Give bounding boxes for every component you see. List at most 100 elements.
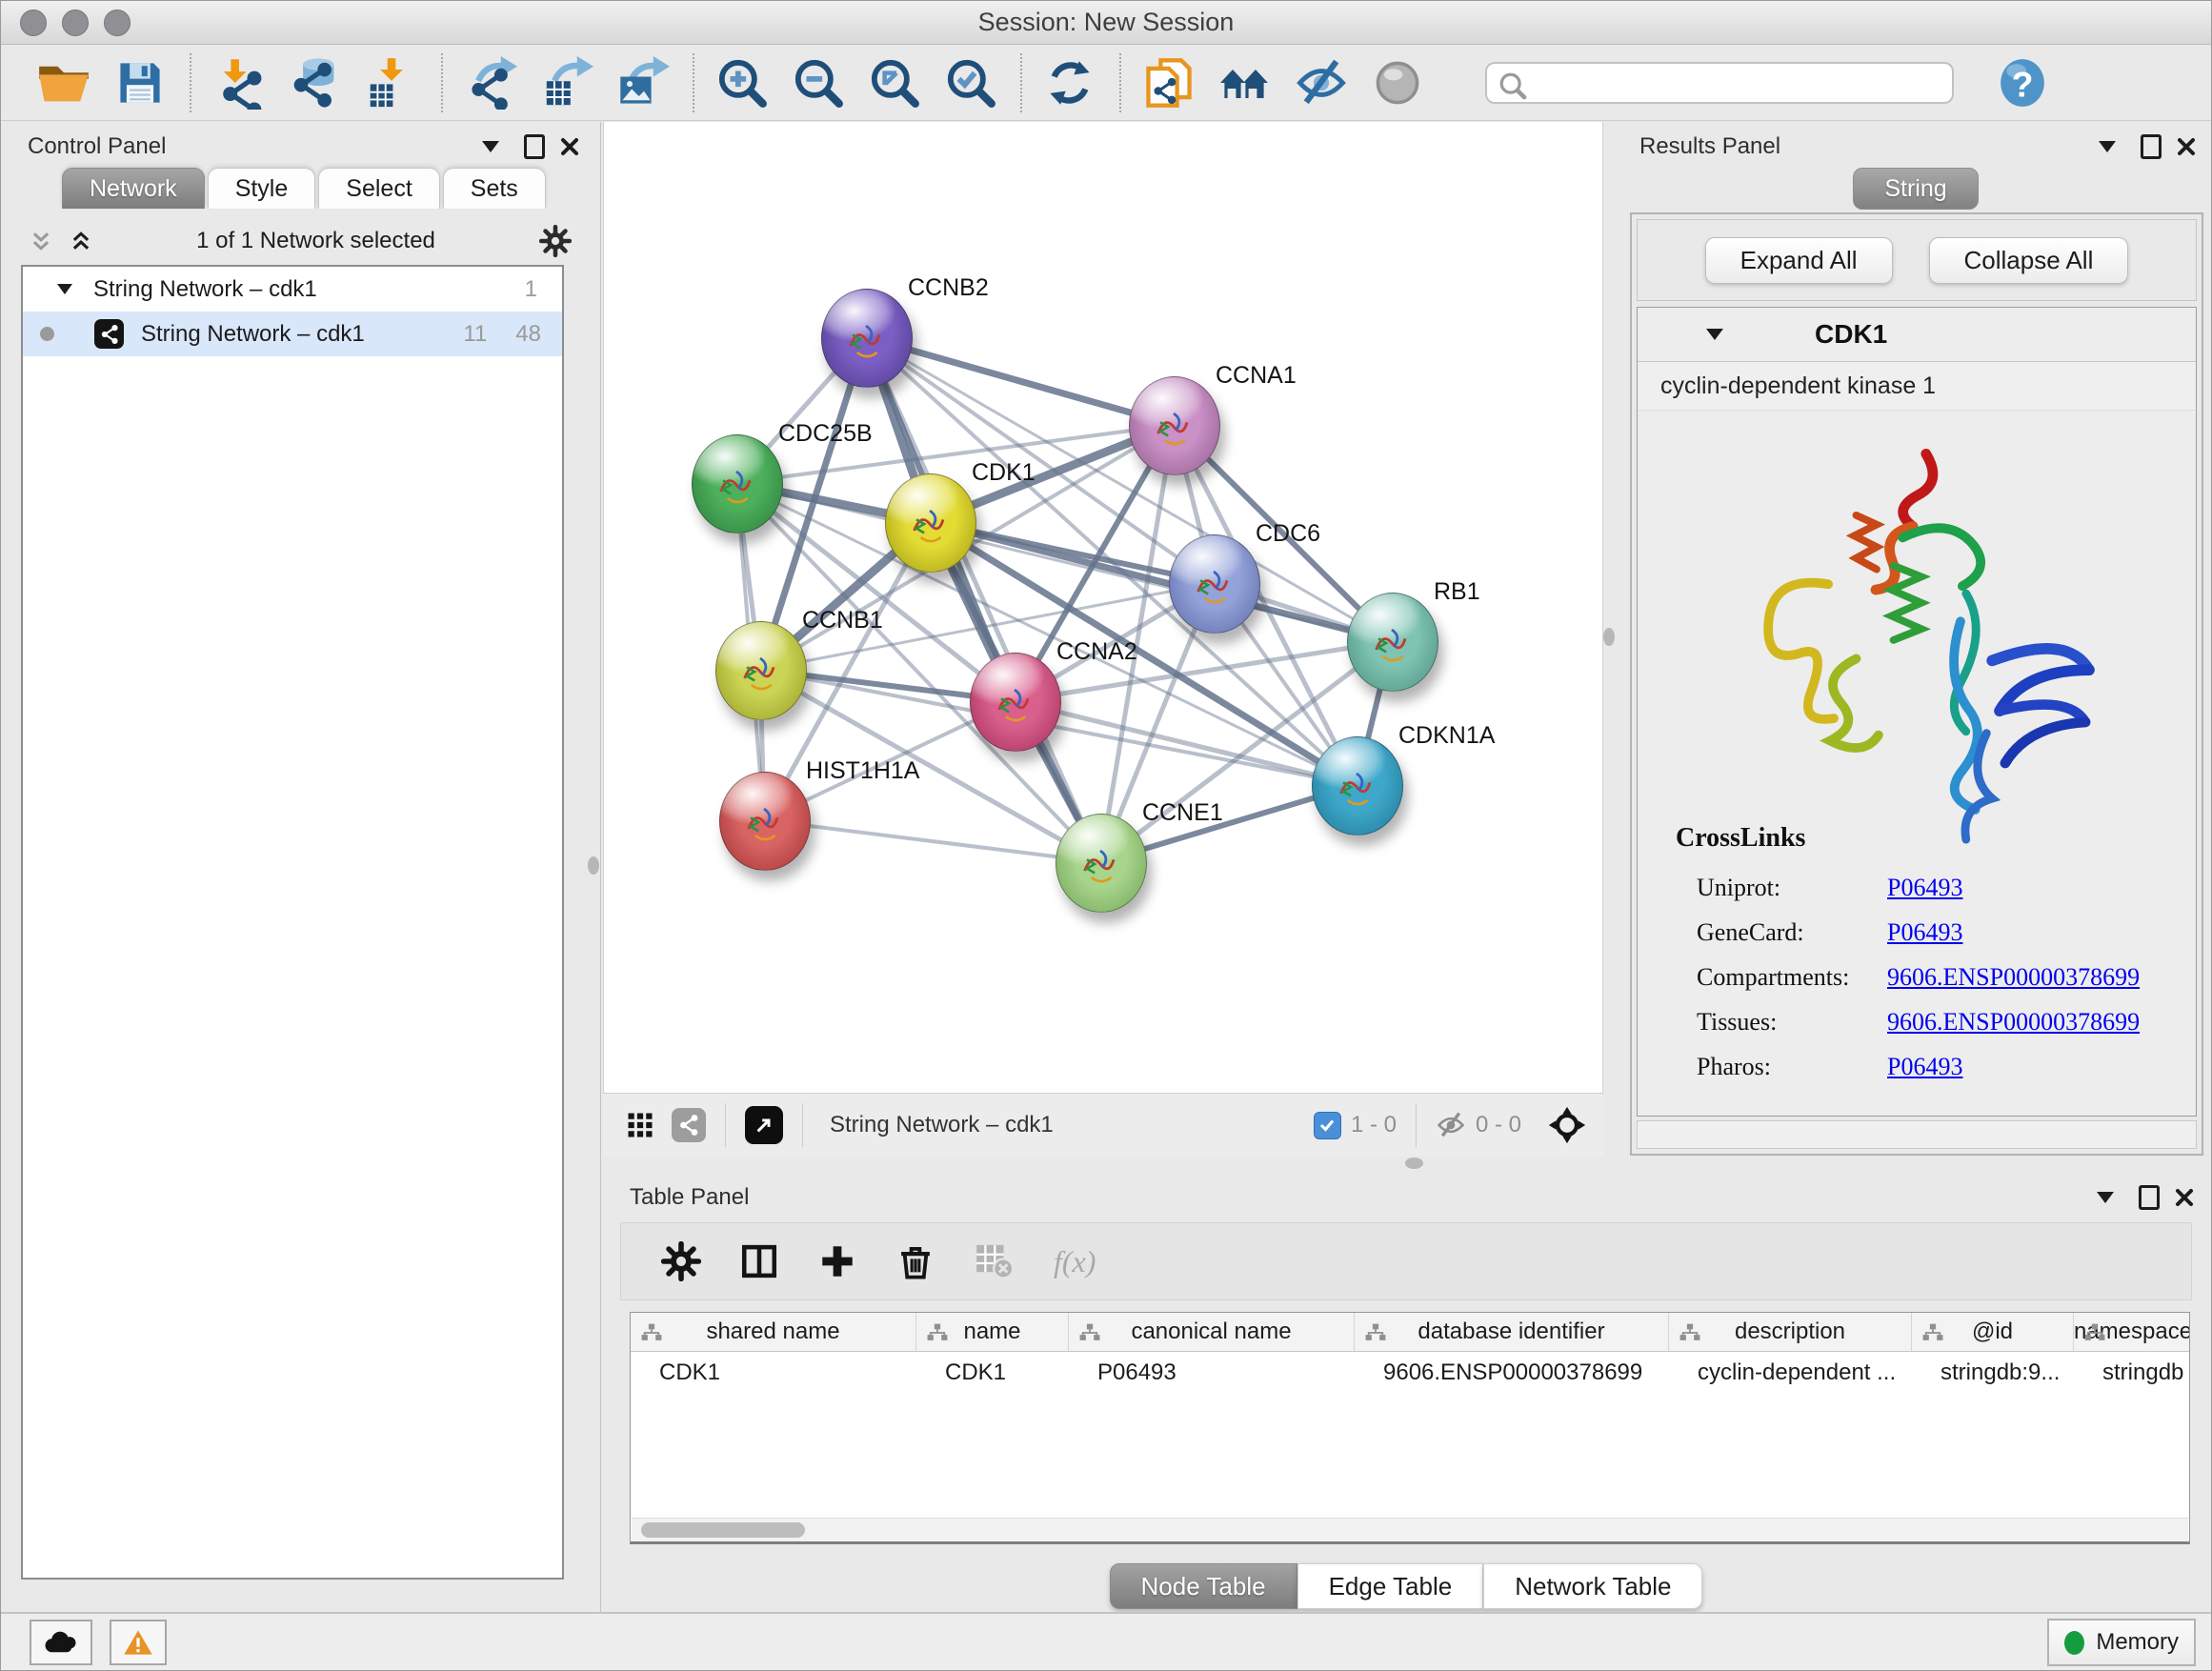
column-header-canonical-name[interactable]: canonical name xyxy=(1069,1313,1355,1351)
network-collection-row[interactable]: String Network – cdk1 1 xyxy=(23,267,562,312)
column-header-shared-name[interactable]: shared name xyxy=(631,1313,916,1351)
network-node-cdc6[interactable] xyxy=(1169,534,1260,634)
table-row[interactable]: CDK1CDK1P064939606.ENSP00000378699cyclin… xyxy=(631,1352,2189,1394)
collapse-panel-icon[interactable] xyxy=(2097,1192,2114,1203)
export-table-button[interactable] xyxy=(536,52,597,113)
column-header-name[interactable]: name xyxy=(916,1313,1069,1351)
tab-network[interactable]: Network xyxy=(62,168,205,209)
import-network-from-database-button[interactable] xyxy=(285,52,346,113)
help-button[interactable]: ? xyxy=(1992,52,2053,113)
open-in-window-icon[interactable] xyxy=(745,1106,783,1144)
delete-column-trash-icon[interactable] xyxy=(895,1241,935,1281)
expand-all-icon[interactable] xyxy=(70,231,92,252)
network-options-gear-icon[interactable] xyxy=(539,225,572,257)
warning-status-button[interactable] xyxy=(110,1620,167,1665)
network-node-ccnb2[interactable] xyxy=(821,289,913,388)
column-header-@id[interactable]: @id xyxy=(1912,1313,2074,1351)
refresh-layout-button[interactable] xyxy=(1039,52,1100,113)
network-canvas[interactable]: CCNB2CCNA1CDC25BCDK1CDC6RB1CCNB1CCNA2CDK… xyxy=(603,122,1603,1094)
right-splitter-handle[interactable] xyxy=(1603,628,1615,646)
export-network-button[interactable] xyxy=(460,52,521,113)
column-header-description[interactable]: description xyxy=(1669,1313,1912,1351)
tab-string[interactable]: String xyxy=(1853,168,1978,210)
table-settings-gear-icon[interactable] xyxy=(661,1241,701,1281)
crosslink-link[interactable]: 9606.ENSP00000378699 xyxy=(1887,963,2140,992)
tab-select[interactable]: Select xyxy=(318,168,439,209)
network-node-ccne1[interactable] xyxy=(1056,814,1147,913)
column-header-label: database identifier xyxy=(1418,1319,1604,1345)
first-neighbors-button[interactable] xyxy=(1215,52,1276,113)
export-image-button[interactable] xyxy=(613,52,674,113)
zoom-in-button[interactable] xyxy=(712,52,773,113)
table-horizontal-scrollbar[interactable] xyxy=(632,1518,2188,1541)
import-table-from-file-button[interactable] xyxy=(361,52,422,113)
network-overview-icon[interactable] xyxy=(672,1108,706,1142)
expand-all-button[interactable]: Expand All xyxy=(1705,237,1893,284)
tab-style[interactable]: Style xyxy=(208,168,316,209)
network-node-ccnb1[interactable] xyxy=(715,621,807,720)
collapse-all-button[interactable]: Collapse All xyxy=(1929,237,2129,284)
show-graphics-details-button[interactable] xyxy=(1367,52,1428,113)
collapse-panel-icon[interactable] xyxy=(2099,141,2116,152)
zoom-selected-button[interactable] xyxy=(940,52,1001,113)
pan-crosshair-icon[interactable] xyxy=(1548,1106,1586,1144)
results-scrollbar[interactable] xyxy=(1637,1120,2197,1149)
section-expander-icon[interactable] xyxy=(1706,329,1723,340)
clone-network-button[interactable] xyxy=(1138,52,1199,113)
collapse-all-icon[interactable] xyxy=(30,231,52,252)
import-network-from-file-button[interactable] xyxy=(209,52,270,113)
network-row-selected[interactable]: String Network – cdk1 11 48 xyxy=(23,312,562,356)
save-session-button[interactable] xyxy=(110,52,171,113)
zoom-out-button[interactable] xyxy=(788,52,849,113)
network-node-ccna2[interactable] xyxy=(970,653,1061,752)
column-header-database-identifier[interactable]: database identifier xyxy=(1355,1313,1669,1351)
scrollbar-thumb[interactable] xyxy=(641,1522,805,1538)
float-panel-icon[interactable] xyxy=(524,134,545,159)
network-node-label: CCNB1 xyxy=(802,607,883,634)
left-splitter-handle[interactable] xyxy=(588,856,599,875)
crosslink-link[interactable]: P06493 xyxy=(1887,874,1962,902)
hidden-items-eye-icon xyxy=(1436,1111,1466,1139)
network-node-ccna1[interactable] xyxy=(1129,376,1220,475)
disabled-eye-icon xyxy=(1373,58,1422,108)
tab-node-table[interactable]: Node Table xyxy=(1110,1563,1297,1609)
tab-network-table[interactable]: Network Table xyxy=(1483,1563,1702,1609)
network-node-cdk1[interactable] xyxy=(885,473,976,573)
open-session-button[interactable] xyxy=(33,52,94,113)
tab-sets[interactable]: Sets xyxy=(443,168,546,209)
network-node-cdc25b[interactable] xyxy=(692,434,783,534)
protein-structure-thumbnail xyxy=(903,497,956,551)
collection-expander-icon[interactable] xyxy=(57,284,72,294)
float-panel-icon[interactable] xyxy=(2141,134,2162,159)
network-node-label: CDK1 xyxy=(972,459,1036,487)
birdseye-view-icon[interactable] xyxy=(626,1111,654,1139)
cloud-status-button[interactable] xyxy=(30,1620,92,1665)
node-table: shared namename canonical name database id… xyxy=(630,1312,2190,1544)
show-columns-icon[interactable] xyxy=(739,1241,779,1281)
column-header-namespace[interactable]: namespace xyxy=(2074,1313,2190,1351)
horizontal-splitter-handle[interactable] xyxy=(1405,1158,1423,1169)
hide-selected-button[interactable] xyxy=(1291,52,1352,113)
network-node-hist1h1a[interactable] xyxy=(719,772,811,871)
close-panel-icon[interactable] xyxy=(2177,137,2196,156)
float-panel-icon[interactable] xyxy=(2139,1185,2160,1210)
network-node-cdkn1a[interactable] xyxy=(1312,736,1403,836)
memory-status-icon xyxy=(2064,1631,2084,1655)
close-panel-icon[interactable] xyxy=(560,137,579,156)
crosslink-link[interactable]: P06493 xyxy=(1887,1053,1962,1081)
crosslink-row: GeneCard:P06493 xyxy=(1676,910,2186,955)
column-header-label: canonical name xyxy=(1131,1319,1291,1345)
houses-icon xyxy=(1218,59,1272,107)
selected-items-checkbox[interactable] xyxy=(1314,1112,1341,1139)
search-input[interactable] xyxy=(1485,62,1954,104)
save-floppy-icon xyxy=(115,58,165,108)
network-node-rb1[interactable] xyxy=(1347,593,1438,692)
zoom-fit-button[interactable] xyxy=(864,52,925,113)
crosslink-link[interactable]: 9606.ENSP00000378699 xyxy=(1887,1008,2140,1037)
close-panel-icon[interactable] xyxy=(2175,1188,2194,1207)
tab-edge-table[interactable]: Edge Table xyxy=(1297,1563,1484,1609)
collapse-panel-icon[interactable] xyxy=(482,141,499,152)
create-column-icon[interactable] xyxy=(817,1241,857,1281)
memory-button[interactable]: Memory xyxy=(2047,1619,2196,1666)
crosslink-link[interactable]: P06493 xyxy=(1887,918,1962,947)
